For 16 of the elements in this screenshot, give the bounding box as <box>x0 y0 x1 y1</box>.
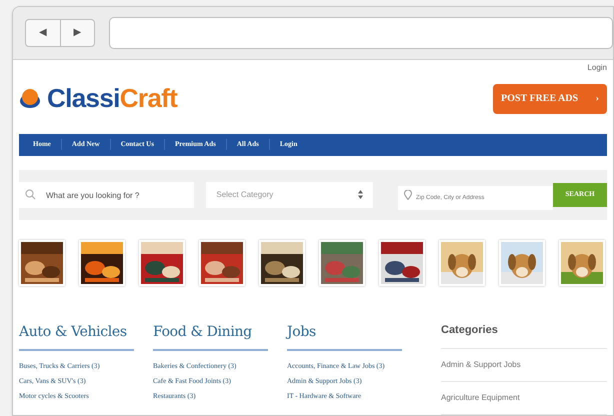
sidebar-link[interactable]: Agriculture Equipment <box>441 382 607 415</box>
sidebar-link[interactable]: Admin & Support Jobs <box>441 349 607 382</box>
forward-button[interactable]: ▶ <box>60 20 94 46</box>
address-bar[interactable] <box>109 16 613 49</box>
sidebar-title: Categories <box>441 322 607 349</box>
back-button[interactable]: ◀ <box>26 20 60 46</box>
logo-icon <box>19 88 41 110</box>
category-heading[interactable]: Jobs <box>287 322 402 350</box>
login-link[interactable]: Login <box>587 62 607 74</box>
category-heading[interactable]: Auto & Vehicles <box>19 322 134 350</box>
search-icon <box>25 188 36 200</box>
keyword-field[interactable]: What are you looking for ? <box>19 182 194 208</box>
pin-icon <box>404 190 412 200</box>
logo-text: ClassiCraft <box>47 82 178 115</box>
category-heading[interactable]: Food & Dining <box>153 322 268 350</box>
updown-icon <box>358 190 363 199</box>
